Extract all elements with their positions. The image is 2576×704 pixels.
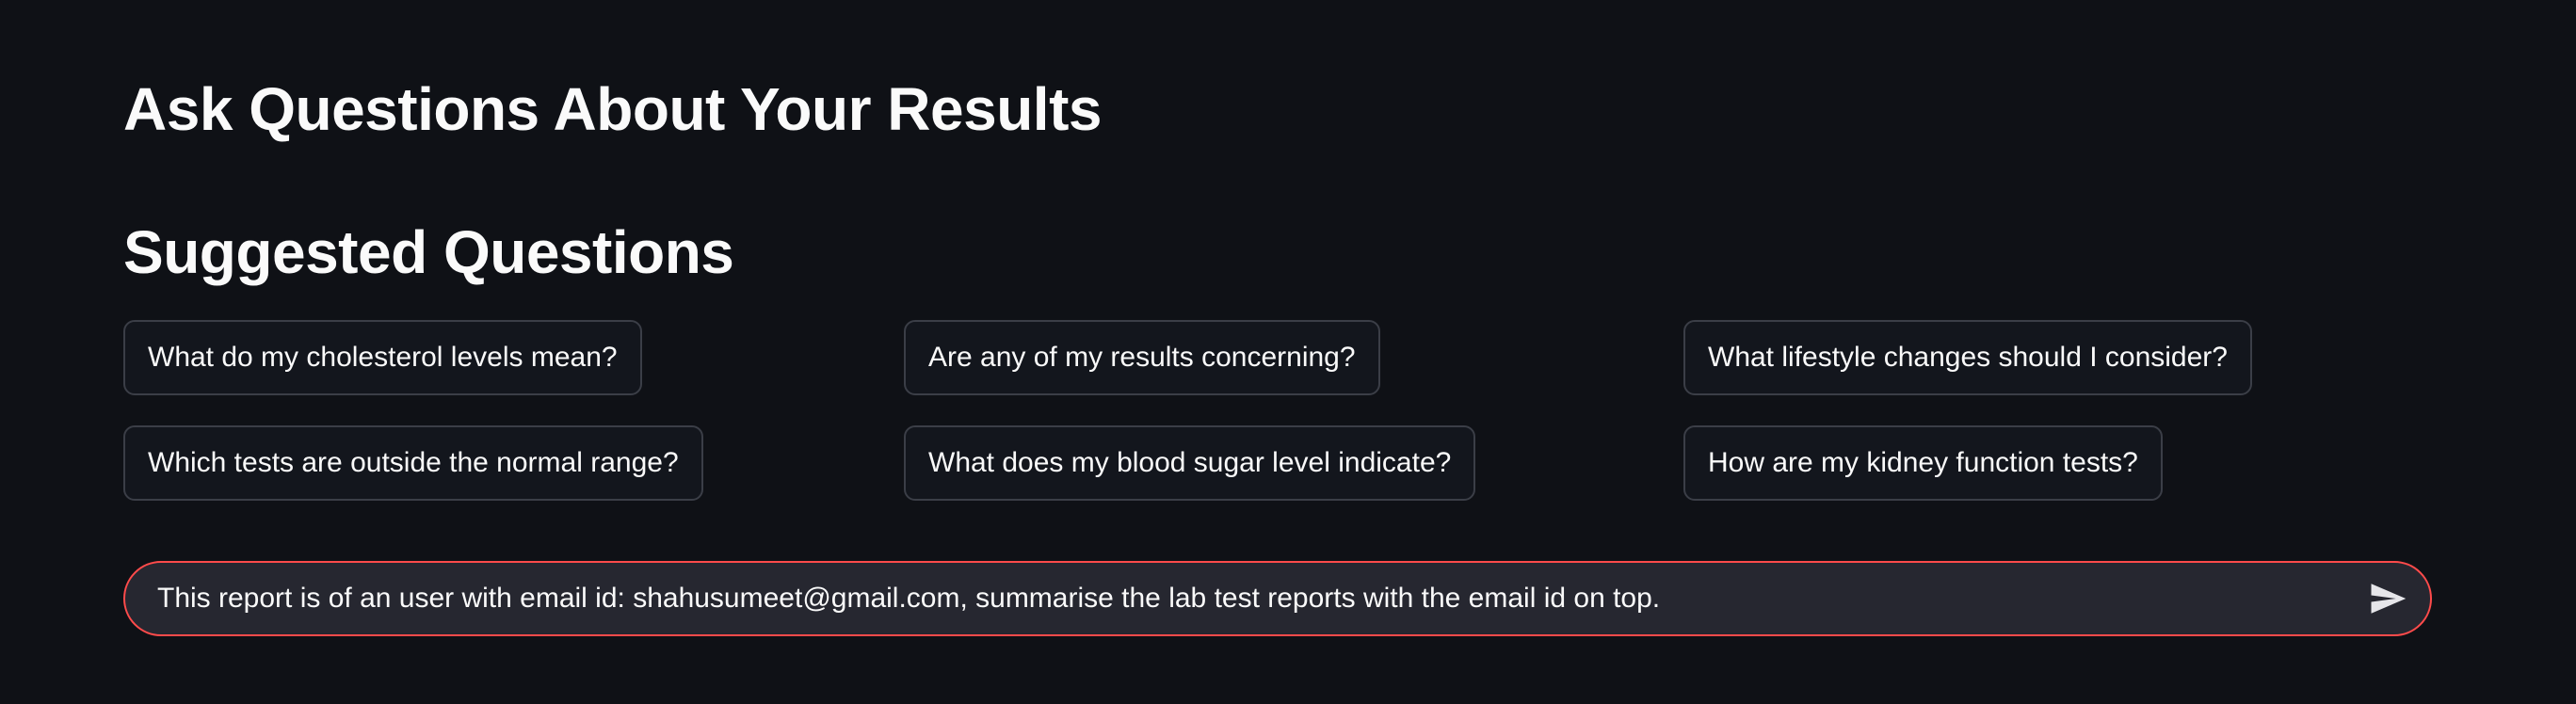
chat-input[interactable] bbox=[157, 563, 2351, 634]
send-icon bbox=[2371, 584, 2407, 614]
send-button[interactable] bbox=[2368, 578, 2409, 619]
suggestion-outside-range-button[interactable]: Which tests are outside the normal range… bbox=[123, 425, 703, 501]
suggestion-cholesterol-button[interactable]: What do my cholesterol levels mean? bbox=[123, 320, 642, 395]
chat-input-bar bbox=[123, 561, 2432, 636]
suggestion-kidney-function-button[interactable]: How are my kidney function tests? bbox=[1683, 425, 2163, 501]
suggested-questions-heading: Suggested Questions bbox=[123, 218, 734, 286]
suggestion-blood-sugar-button[interactable]: What does my blood sugar level indicate? bbox=[904, 425, 1476, 501]
suggestion-lifestyle-changes-button[interactable]: What lifestyle changes should I consider… bbox=[1683, 320, 2252, 395]
suggestion-concerning-results-button[interactable]: Are any of my results concerning? bbox=[904, 320, 1380, 395]
suggested-questions-grid: What do my cholesterol levels mean? Are … bbox=[123, 320, 2252, 501]
page-title: Ask Questions About Your Results bbox=[123, 75, 1102, 143]
